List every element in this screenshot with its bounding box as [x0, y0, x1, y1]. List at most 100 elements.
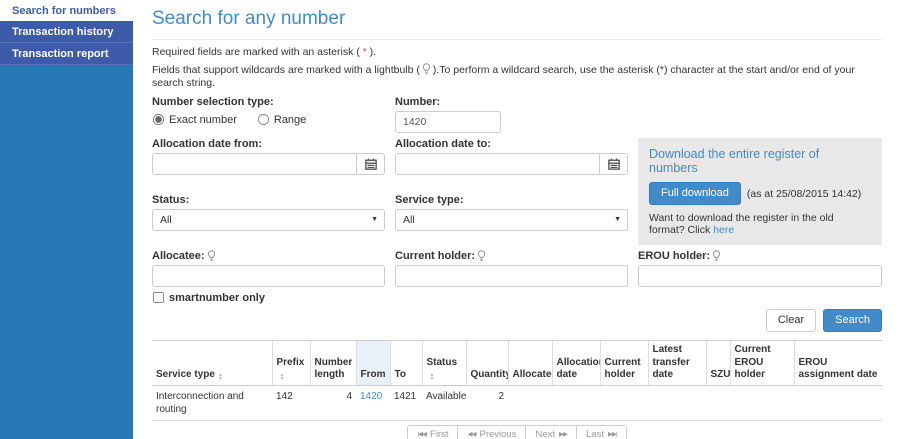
calendar-icon	[607, 158, 620, 170]
old-format-text: Want to download the register in the old…	[649, 212, 834, 237]
download-panel-row: Full download (as at 25/08/2015 14:42)	[649, 182, 871, 206]
pagination-last-button[interactable]: Last ▶▶|	[576, 424, 627, 439]
allocation-date-from-field: Allocation date from:	[152, 138, 385, 189]
allocation-date-to-calendar-button[interactable]	[599, 154, 627, 174]
download-register-panel: Download the entire register of numbers …	[638, 138, 882, 246]
column-header-szu[interactable]: SZU	[705, 340, 731, 386]
pagination-previous-label: Previous	[479, 428, 517, 439]
old-format-here-link[interactable]: here	[713, 224, 734, 236]
page-title: Search for any number	[152, 8, 882, 40]
column-label: Number length	[314, 356, 353, 381]
column-label: To	[394, 369, 406, 381]
column-label: Status	[426, 356, 458, 368]
sidebar-item-transaction-history[interactable]: Transaction history	[0, 21, 133, 43]
results-table: Service type ▲ ▼ Prefix ▲ ▼ Number length Fr…	[152, 340, 882, 421]
erou-holder-input[interactable]	[638, 265, 882, 288]
allocation-date-to-group	[395, 153, 628, 175]
allocation-date-from-calendar-button[interactable]	[356, 154, 384, 174]
column-label: Allocatee	[512, 369, 553, 381]
cell-status: Available	[422, 385, 466, 421]
pagination-previous-button[interactable]: ◀◀ Previous	[457, 424, 527, 439]
column-header-latest-transfer-date[interactable]: Latest transfer date	[647, 340, 706, 386]
allocation-date-to-field: Allocation date to:	[395, 138, 628, 189]
sidebar-item-search-for-numbers[interactable]: Search for numbers	[0, 0, 133, 21]
column-label: From	[360, 369, 386, 381]
download-panel-title: Download the entire register of numbers	[649, 147, 820, 175]
cell-prefix: 142	[272, 385, 310, 421]
smartnumber-only-label: smartnumber only	[169, 291, 265, 304]
column-header-prefix[interactable]: Prefix ▲ ▼	[271, 340, 310, 386]
column-header-service-type[interactable]: Service type ▲ ▼	[152, 340, 272, 386]
required-note-prefix: Required fields are marked with an aster…	[152, 46, 363, 58]
current-holder-input[interactable]	[395, 265, 628, 288]
cell-current-erou-holder	[730, 385, 794, 421]
cell-to: 1421	[390, 385, 422, 421]
column-header-status[interactable]: Status ▲ ▼	[421, 340, 466, 386]
column-header-quantity[interactable]: Quantity	[465, 340, 509, 386]
calendar-icon	[364, 158, 377, 170]
column-label: SZU	[710, 369, 731, 381]
status-select[interactable]: All	[152, 209, 385, 232]
cell-quantity: 2	[466, 385, 508, 421]
column-header-number-length[interactable]: Number length	[309, 340, 356, 386]
from-number-link[interactable]: 1420	[360, 391, 382, 402]
column-header-allocatee[interactable]: Allocatee	[507, 340, 553, 386]
search-button[interactable]: Search	[823, 309, 882, 333]
lightbulb-icon	[207, 250, 215, 262]
column-header-to[interactable]: To	[389, 340, 422, 386]
sidebar-background	[0, 65, 133, 439]
required-fields-note: Required fields are marked with an aster…	[152, 46, 882, 59]
pagination: |◀◀ First ◀◀ Previous Next ▶▶ Last ▶▶|	[152, 424, 882, 439]
column-header-allocation-date[interactable]: Allocation date	[551, 340, 600, 386]
current-holder-field: Current holder:	[395, 250, 628, 288]
number-input[interactable]	[395, 111, 501, 133]
erou-holder-field: EROU holder:	[638, 250, 882, 288]
erou-holder-label-text: EROU holder:	[638, 250, 711, 263]
smartnumber-row: smartnumber only	[152, 291, 882, 304]
service-type-field: Service type: All ▼	[395, 194, 628, 245]
lightbulb-icon	[422, 63, 430, 75]
status-label: Status:	[152, 194, 190, 207]
exact-number-radio[interactable]	[152, 113, 165, 126]
pagination-first-label: First	[430, 428, 449, 439]
column-header-current-holder[interactable]: Current holder	[599, 340, 648, 386]
allocation-date-to-input[interactable]	[396, 154, 599, 174]
pagination-last-label: Last	[586, 428, 604, 439]
form-actions: Clear Search	[152, 309, 882, 333]
allocatee-input[interactable]	[152, 265, 385, 288]
allocation-date-from-input[interactable]	[153, 154, 356, 174]
pagination-next-button[interactable]: Next ▶▶	[525, 424, 577, 439]
number-selection-radios: Exact number Range	[152, 113, 385, 126]
app-window: Search for numbers Transaction history T…	[0, 0, 900, 439]
column-header-current-erou-holder[interactable]: Current EROU holder	[729, 340, 794, 386]
column-label: Quantity	[470, 369, 509, 381]
pagination-first-button[interactable]: |◀◀ First	[407, 424, 459, 439]
column-header-from[interactable]: From▲	[355, 340, 390, 386]
next-page-icon: ▶▶	[559, 431, 568, 439]
range-option: Range	[257, 113, 306, 126]
cell-allocatee	[508, 385, 552, 421]
wildcard-note: Fields that support wildcards are marked…	[152, 63, 882, 90]
column-header-erou-assignment-date[interactable]: EROU assignment date	[793, 340, 882, 386]
cell-service-type: Interconnection and routing	[152, 385, 272, 421]
last-page-icon: ▶▶|	[607, 431, 618, 439]
clear-button[interactable]: Clear	[765, 309, 817, 333]
current-holder-label-text: Current holder:	[395, 250, 476, 263]
cell-current-holder	[600, 385, 648, 421]
sort-both-icon: ▲ ▼	[429, 372, 435, 383]
status-field: Status: All ▼	[152, 194, 385, 245]
sidebar-item-transaction-report[interactable]: Transaction report	[0, 43, 133, 65]
allocatee-label-text: Allocatee:	[152, 250, 205, 263]
main-content: Search for any number Required fields ar…	[133, 0, 900, 439]
full-download-button[interactable]: Full download	[649, 182, 741, 206]
allocatee-label: Allocatee:	[152, 250, 385, 262]
spacer-cell	[638, 96, 882, 133]
column-label: Current EROU holder	[734, 344, 771, 381]
smartnumber-only-checkbox[interactable]	[152, 292, 165, 304]
number-label: Number:	[395, 96, 441, 108]
allocation-date-from-group	[152, 153, 385, 175]
service-type-select[interactable]: All	[395, 209, 628, 232]
register-as-at-timestamp: (as at 25/08/2015 14:42)	[746, 187, 862, 200]
service-type-select-wrap: All ▼	[395, 209, 628, 232]
range-radio[interactable]	[257, 113, 269, 126]
